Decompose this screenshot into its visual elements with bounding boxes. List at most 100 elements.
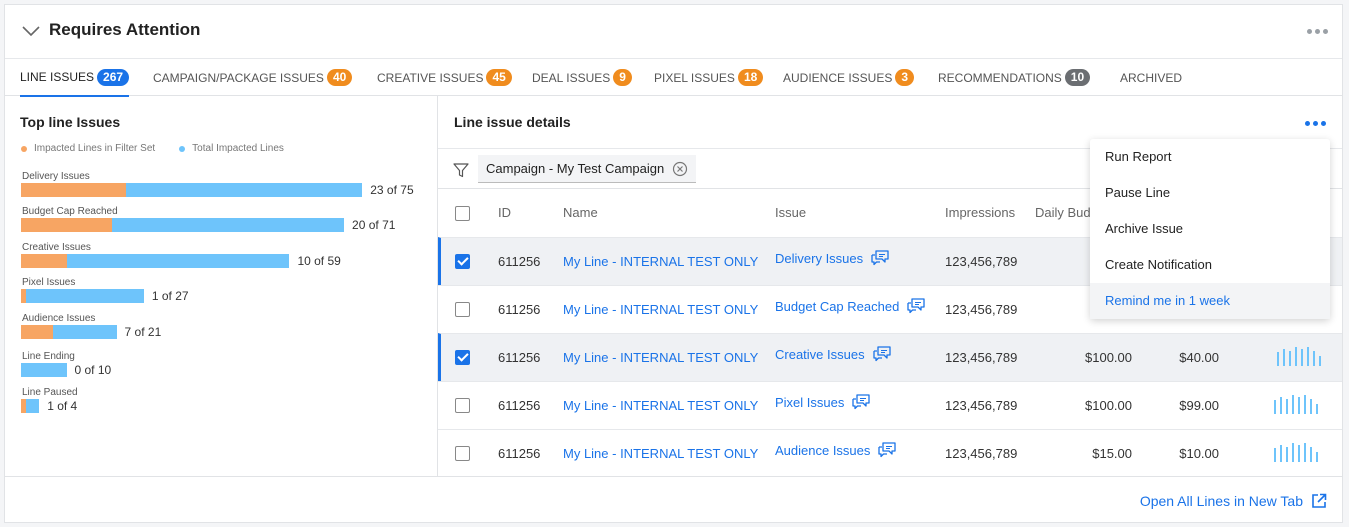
comments-icon[interactable] bbox=[907, 298, 925, 317]
tab-label: AUDIENCE ISSUES bbox=[783, 70, 893, 85]
filter-chip[interactable]: Campaign - My Test Campaign bbox=[478, 155, 697, 183]
bar-impacted-segment bbox=[21, 325, 53, 339]
comments-icon[interactable] bbox=[871, 250, 889, 269]
tab-recommendations[interactable]: RECOMMENDATIONS 10 bbox=[938, 59, 1091, 96]
sparkline-bar bbox=[1304, 395, 1306, 414]
select-all-checkbox[interactable] bbox=[455, 206, 470, 221]
issue-cell: Budget Cap Reached bbox=[775, 298, 925, 317]
bar-label: Line Ending bbox=[22, 351, 75, 362]
comments-icon[interactable] bbox=[852, 394, 871, 413]
row-checkbox[interactable] bbox=[455, 302, 470, 317]
bar-total-segment bbox=[112, 218, 345, 232]
tab-label: ARCHIVED bbox=[1120, 70, 1183, 85]
bar-count: 20 of 71 bbox=[352, 218, 396, 232]
sparkline-bar bbox=[1292, 443, 1294, 462]
menu-item-run-report[interactable]: Run Report bbox=[1090, 139, 1330, 175]
row-id: 611256 bbox=[498, 350, 541, 365]
sparkline-bar bbox=[1301, 349, 1303, 366]
column-id[interactable]: ID bbox=[498, 205, 511, 220]
top-line-issues-panel: Top line Issues Impacted Lines in Filter… bbox=[5, 96, 438, 476]
issue-cell: Creative Issues bbox=[775, 346, 891, 365]
line-name-link[interactable]: My Line - INTERNAL TEST ONLY bbox=[563, 398, 758, 413]
tab-archived[interactable]: ARCHIVED bbox=[1120, 59, 1182, 96]
issue-link[interactable]: Budget Cap Reached bbox=[775, 299, 899, 314]
row-checkbox[interactable] bbox=[455, 446, 470, 461]
close-icon[interactable] bbox=[672, 161, 688, 177]
row-daily-budget: $100.00 bbox=[1085, 398, 1132, 413]
legend-item-filter: Impacted Lines in Filter Set bbox=[21, 143, 155, 154]
column-name[interactable]: Name bbox=[563, 205, 598, 220]
sparkline-bar bbox=[1310, 399, 1312, 414]
count-badge: 267 bbox=[97, 68, 130, 86]
bar-impacted-segment bbox=[21, 183, 126, 197]
bar-track bbox=[21, 218, 345, 232]
filter-chip-label: Campaign - My Test Campaign bbox=[486, 161, 665, 176]
tab-line-issues[interactable]: LINE ISSUES 267 bbox=[20, 59, 130, 97]
column-daily-budget[interactable]: Daily Bud bbox=[1035, 205, 1091, 220]
open-all-label: Open All Lines in New Tab bbox=[1139, 493, 1303, 509]
menu-item-remind-me[interactable]: Remind me in 1 week bbox=[1090, 283, 1330, 319]
menu-item-create-notification[interactable]: Create Notification bbox=[1090, 247, 1330, 283]
bar-label: Line Paused bbox=[22, 387, 78, 398]
tab-label: LINE ISSUES bbox=[20, 70, 95, 84]
sparkline-bar bbox=[1298, 397, 1300, 414]
tab-label: RECOMMENDATIONS bbox=[938, 70, 1062, 85]
issue-link[interactable]: Delivery Issues bbox=[775, 251, 863, 266]
bar-track bbox=[21, 289, 144, 303]
row-id: 611256 bbox=[498, 398, 541, 413]
issue-cell: Audience Issues bbox=[775, 442, 897, 461]
table-row[interactable]: 611256 My Line - INTERNAL TEST ONLY Creati… bbox=[438, 333, 1342, 381]
more-actions-icon[interactable] bbox=[1305, 121, 1326, 126]
bar-track bbox=[21, 325, 117, 339]
tab-label: DEAL ISSUES bbox=[532, 70, 611, 85]
comments-icon[interactable] bbox=[872, 346, 891, 365]
tab-label: CREATIVE ISSUES bbox=[377, 70, 484, 85]
bar-label: Audience Issues bbox=[22, 313, 96, 324]
row-checkbox[interactable] bbox=[455, 398, 470, 413]
issue-link[interactable]: Creative Issues bbox=[775, 347, 865, 362]
issue-link[interactable]: Pixel Issues bbox=[775, 395, 844, 410]
bar-track bbox=[21, 363, 67, 377]
column-impressions[interactable]: Impressions bbox=[945, 205, 1015, 220]
bar-count: 23 of 75 bbox=[370, 183, 414, 197]
sparkline-bar bbox=[1274, 448, 1276, 462]
tab-deal-issues[interactable]: DEAL ISSUES 9 bbox=[532, 59, 632, 96]
more-options-icon[interactable] bbox=[1307, 29, 1328, 34]
issue-link[interactable]: Audience Issues bbox=[775, 443, 870, 458]
row-impressions: 123,456,789 bbox=[945, 398, 1018, 413]
tab-creative-issues[interactable]: CREATIVE ISSUES 45 bbox=[377, 59, 512, 96]
row-id: 611256 bbox=[498, 254, 541, 269]
line-name-link[interactable]: My Line - INTERNAL TEST ONLY bbox=[563, 254, 758, 269]
tab-audience-issues[interactable]: AUDIENCE ISSUES 3 bbox=[783, 59, 915, 96]
table-row[interactable]: 611256 My Line - INTERNAL TEST ONLY Pixel … bbox=[438, 381, 1342, 429]
line-name-link[interactable]: My Line - INTERNAL TEST ONLY bbox=[563, 302, 758, 317]
sparkline-bar bbox=[1292, 395, 1294, 414]
menu-item-pause-line[interactable]: Pause Line bbox=[1090, 175, 1330, 211]
chevron-down-icon[interactable] bbox=[21, 21, 41, 41]
column-issue[interactable]: Issue bbox=[775, 205, 806, 220]
menu-item-archive-issue[interactable]: Archive Issue bbox=[1090, 211, 1330, 247]
count-badge: 10 bbox=[1064, 69, 1091, 86]
open-all-lines-link[interactable]: Open All Lines in New Tab bbox=[1140, 493, 1327, 509]
bar-track bbox=[21, 399, 40, 413]
actions-dropdown-menu: Run Report Pause Line Archive Issue Crea… bbox=[1090, 139, 1330, 319]
count-badge: 18 bbox=[737, 69, 764, 86]
row-checkbox[interactable] bbox=[455, 254, 470, 269]
line-name-link[interactable]: My Line - INTERNAL TEST ONLY bbox=[563, 350, 758, 365]
filter-icon[interactable] bbox=[453, 162, 469, 178]
card-title: Requires Attention bbox=[49, 20, 201, 39]
line-name-link[interactable]: My Line - INTERNAL TEST ONLY bbox=[563, 446, 758, 461]
tab-pixel-issues[interactable]: PIXEL ISSUES 18 bbox=[654, 59, 764, 96]
tab-campaign-package-issues[interactable]: CAMPAIGN/PACKAGE ISSUES 40 bbox=[153, 59, 353, 96]
row-impressions: 123,456,789 bbox=[945, 254, 1018, 269]
sparkline-bar bbox=[1298, 445, 1300, 462]
table-row[interactable]: 611256 My Line - INTERNAL TEST ONLY Audien… bbox=[438, 429, 1342, 476]
row-impressions: 123,456,789 bbox=[945, 446, 1018, 461]
bar-total-segment bbox=[52, 325, 117, 339]
panel-title: Top line Issues bbox=[20, 114, 121, 130]
sparkline-chart bbox=[1274, 395, 1318, 414]
row-checkbox[interactable] bbox=[455, 350, 470, 365]
bar-impacted-segment bbox=[21, 218, 112, 232]
comments-icon[interactable] bbox=[878, 442, 897, 461]
row-spend: $10.00 bbox=[1179, 446, 1219, 461]
